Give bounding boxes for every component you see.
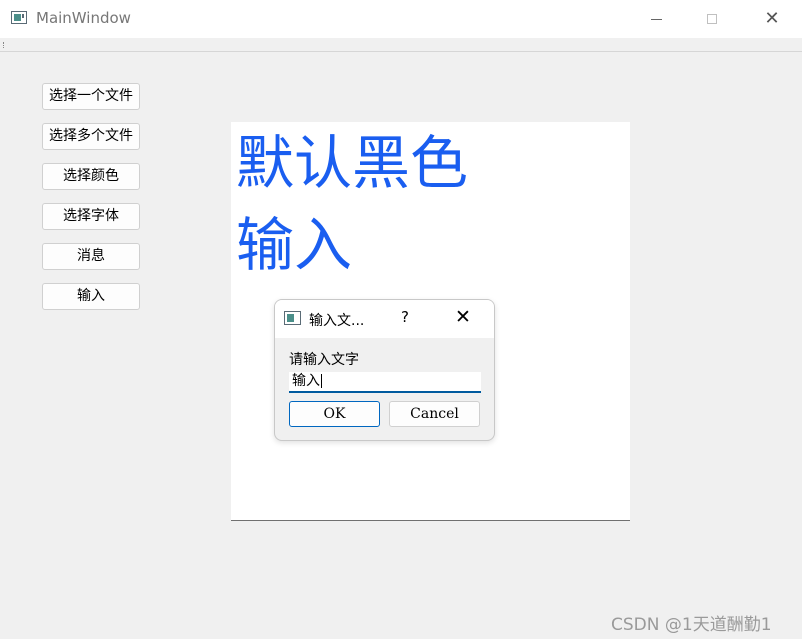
- main-window: MainWindow ✕ 选择一个文件 选择多个文件 选择颜色 选择字体 消息 …: [0, 0, 802, 639]
- ok-button[interactable]: OK: [289, 401, 380, 427]
- toolbar-grip-handle[interactable]: [3, 42, 6, 48]
- dialog-title-bar[interactable]: 输入文... ? ✕: [275, 300, 494, 338]
- select-color-button[interactable]: 选择颜色: [42, 163, 140, 190]
- dialog-close-icon[interactable]: ✕: [455, 306, 471, 328]
- cancel-button[interactable]: Cancel: [389, 401, 480, 427]
- select-font-button[interactable]: 选择字体: [42, 203, 140, 230]
- minimize-icon: [650, 18, 662, 20]
- title-bar[interactable]: MainWindow ✕: [0, 0, 802, 38]
- text-caret: [321, 374, 322, 388]
- close-button[interactable]: ✕: [744, 0, 800, 38]
- watermark-text: CSDN @1天道酬勤1: [611, 615, 772, 635]
- app-window-icon: [11, 11, 27, 24]
- dialog-window-icon: [284, 311, 301, 325]
- minimize-button[interactable]: [628, 0, 684, 38]
- maximize-icon: [707, 14, 717, 24]
- close-icon: ✕: [764, 8, 780, 29]
- display-text-line-2: 输入: [236, 211, 353, 279]
- dialog-prompt-label: 请输入文字: [289, 352, 359, 368]
- dialog-title: 输入文...: [309, 313, 365, 329]
- input-button[interactable]: 输入: [42, 283, 140, 310]
- help-icon[interactable]: ?: [401, 308, 409, 326]
- message-button[interactable]: 消息: [42, 243, 140, 270]
- text-input-field[interactable]: 输入: [289, 372, 481, 393]
- select-single-file-button[interactable]: 选择一个文件: [42, 83, 140, 110]
- window-title: MainWindow: [36, 9, 131, 27]
- select-multiple-files-button[interactable]: 选择多个文件: [42, 123, 140, 150]
- toolbar-strip: [0, 38, 802, 52]
- display-text-line-1: 默认黑色: [236, 129, 469, 197]
- input-dialog: 输入文... ? ✕ 请输入文字 输入 OK Cancel: [274, 299, 495, 441]
- maximize-button[interactable]: [684, 0, 740, 38]
- input-value: 输入: [292, 373, 320, 389]
